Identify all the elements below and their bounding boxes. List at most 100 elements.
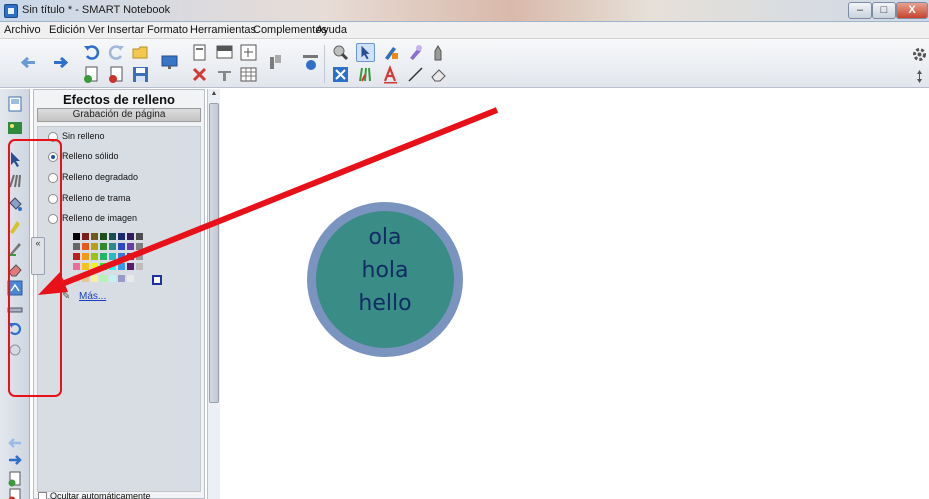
color-swatch[interactable]	[73, 233, 80, 240]
color-swatch[interactable]	[91, 233, 98, 240]
page-sorter-icon[interactable]	[6, 95, 24, 113]
forward-icon[interactable]	[51, 53, 70, 72]
attachments-icon[interactable]	[6, 341, 24, 359]
circle-text-line[interactable]: hello	[316, 291, 454, 316]
measurement-tools-icon[interactable]	[266, 53, 285, 72]
color-swatch[interactable]	[91, 263, 98, 270]
menu-ayuda[interactable]: Ayuda	[316, 24, 347, 36]
redo-icon[interactable]	[107, 43, 126, 62]
shapes-icon[interactable]	[429, 43, 448, 62]
eraser-icon[interactable]	[429, 65, 448, 84]
color-swatch[interactable]	[127, 233, 134, 240]
color-swatch[interactable]	[109, 253, 116, 260]
side-forward-icon[interactable]	[6, 451, 24, 469]
color-swatch[interactable]	[109, 233, 116, 240]
delete-icon[interactable]	[190, 65, 209, 84]
color-swatch[interactable]	[91, 275, 98, 282]
menu-formato[interactable]: Formato	[147, 24, 188, 36]
selected-color-swatch[interactable]	[152, 275, 162, 285]
whiteboard-canvas[interactable]: ola hola hello	[221, 89, 929, 499]
color-swatch[interactable]	[118, 275, 125, 282]
color-swatch[interactable]	[118, 253, 125, 260]
radio-pattern[interactable]	[48, 194, 58, 204]
line-tool-icon[interactable]	[6, 301, 24, 319]
color-swatch[interactable]	[73, 275, 80, 282]
color-swatch[interactable]	[109, 275, 116, 282]
color-swatch[interactable]	[82, 233, 89, 240]
color-swatch[interactable]	[91, 253, 98, 260]
circle-shape[interactable]: ola hola hello	[307, 202, 463, 357]
capture-icon[interactable]	[301, 53, 320, 72]
pen-tools-icon[interactable]	[331, 43, 350, 62]
pen-tool-icon[interactable]	[6, 239, 24, 257]
move-toolbar-icon[interactable]	[910, 67, 929, 86]
close-button[interactable]: X	[896, 2, 928, 19]
color-swatch[interactable]	[127, 263, 134, 270]
full-screen-icon[interactable]	[239, 43, 258, 62]
paint-bucket-icon[interactable]	[6, 195, 24, 213]
circle-text-line[interactable]: hola	[316, 258, 454, 283]
scroll-up-arrow-icon[interactable]: ▲	[209, 90, 219, 100]
color-swatch[interactable]	[100, 233, 107, 240]
screen-share-icon[interactable]	[160, 53, 179, 72]
auto-hide-checkbox[interactable]	[38, 492, 47, 499]
scroll-thumb[interactable]	[209, 103, 219, 403]
creative-pen-tool-icon[interactable]	[6, 172, 24, 190]
circle-text-line[interactable]: ola	[316, 225, 454, 250]
menu-edicion[interactable]: Edición	[49, 24, 85, 36]
undo-icon[interactable]	[82, 43, 101, 62]
maximize-button[interactable]: □	[872, 2, 896, 19]
vertical-scrollbar[interactable]: ▲	[207, 89, 220, 499]
radio-solid[interactable]	[48, 152, 58, 162]
creative-pen-icon[interactable]	[356, 65, 375, 84]
color-swatch[interactable]	[82, 263, 89, 270]
eraser-tool-icon[interactable]	[6, 260, 24, 278]
color-swatch[interactable]	[127, 275, 134, 282]
highlighter-tool-icon[interactable]	[6, 217, 24, 235]
color-swatch[interactable]	[118, 243, 125, 250]
delete-page-icon[interactable]	[107, 65, 126, 84]
minimize-button[interactable]: –	[848, 2, 872, 19]
text-icon[interactable]	[381, 65, 400, 84]
settings-icon[interactable]	[910, 45, 929, 64]
side-add-page-icon[interactable]	[6, 470, 24, 488]
radio-none[interactable]	[48, 132, 58, 142]
color-swatch[interactable]	[100, 263, 107, 270]
extended-tools-icon[interactable]	[331, 65, 350, 84]
color-swatch[interactable]	[118, 263, 125, 270]
color-swatch[interactable]	[73, 243, 80, 250]
color-swatch[interactable]	[82, 243, 89, 250]
screen-shade-icon[interactable]	[215, 43, 234, 62]
side-delete-page-icon[interactable]	[6, 487, 24, 499]
color-swatch[interactable]	[73, 253, 80, 260]
menu-insertar[interactable]: Insertar	[107, 24, 144, 36]
menu-herramientas[interactable]: Herramientas	[190, 24, 256, 36]
line-icon[interactable]	[406, 65, 425, 84]
panel-collapse-tab[interactable]: «	[31, 237, 45, 275]
properties-icon[interactable]	[6, 279, 24, 297]
color-swatch[interactable]	[127, 253, 134, 260]
add-page-icon[interactable]	[82, 65, 101, 84]
color-swatch[interactable]	[118, 233, 125, 240]
undo-tool-icon[interactable]	[6, 320, 24, 338]
radio-gradient[interactable]	[48, 173, 58, 183]
select-icon[interactable]	[356, 43, 375, 62]
color-swatch[interactable]	[136, 233, 143, 240]
color-swatch[interactable]	[109, 243, 116, 250]
paste-icon[interactable]	[190, 43, 209, 62]
save-icon[interactable]	[131, 65, 150, 84]
highlighter-icon[interactable]	[406, 43, 425, 62]
open-icon[interactable]	[131, 43, 150, 62]
page-recording-button[interactable]: Grabación de página	[37, 108, 201, 122]
doc-camera-icon[interactable]	[215, 65, 234, 84]
color-swatch[interactable]	[109, 263, 116, 270]
color-swatch[interactable]	[100, 253, 107, 260]
color-swatch[interactable]	[127, 243, 134, 250]
color-swatch[interactable]	[82, 253, 89, 260]
color-swatch[interactable]	[136, 253, 143, 260]
back-icon[interactable]	[19, 53, 38, 72]
color-swatch[interactable]	[136, 243, 143, 250]
radio-image[interactable]	[48, 214, 58, 224]
color-swatch[interactable]	[82, 275, 89, 282]
side-back-icon[interactable]	[6, 434, 24, 452]
